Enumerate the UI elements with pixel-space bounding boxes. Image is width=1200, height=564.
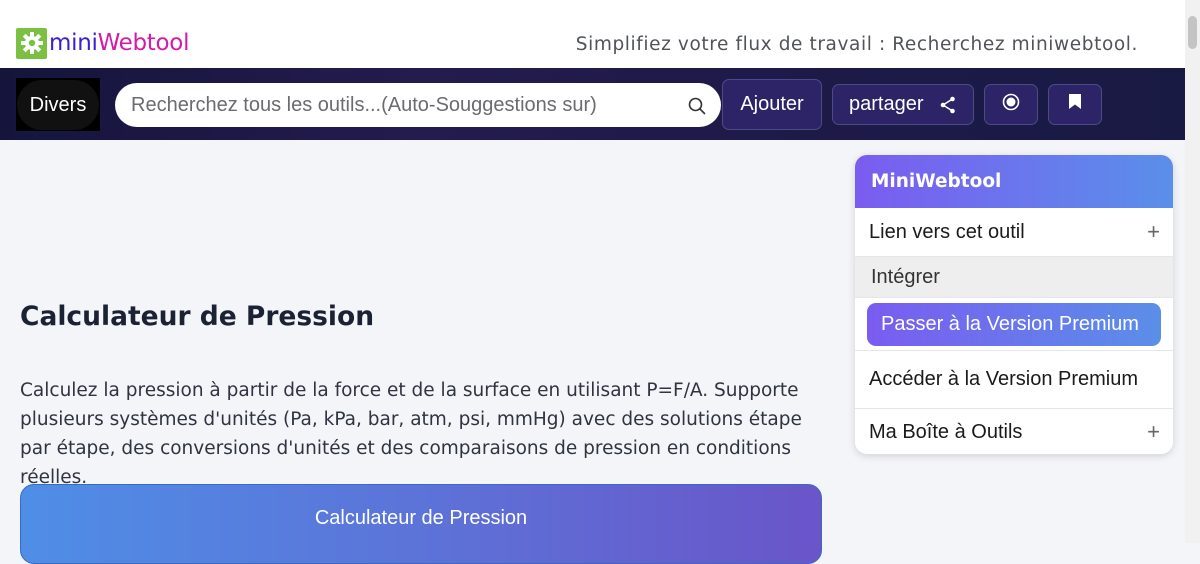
calculator-card: Calculateur de Pression xyxy=(20,484,822,564)
tool-description: Calculez la pression à partir de la forc… xyxy=(20,380,802,488)
divers-label: Divers xyxy=(17,79,99,130)
logo-text-webtool: Webtool xyxy=(97,30,190,56)
sidebar-item-label: Ma Boîte à Outils xyxy=(869,421,1023,443)
upgrade-premium-button[interactable]: Passer à la Version Premium xyxy=(867,302,1161,346)
sidebar-item-label: Lien vers cet outil xyxy=(869,221,1025,243)
bookmark-icon xyxy=(1068,93,1082,116)
plus-icon: + xyxy=(1147,419,1160,444)
gear-icon xyxy=(16,27,47,59)
share-label: partager xyxy=(849,93,924,115)
record-icon xyxy=(1002,93,1020,117)
plus-icon: + xyxy=(1147,219,1160,244)
sidebar-header: MiniWebtool xyxy=(855,155,1173,208)
search-icon[interactable] xyxy=(688,97,706,115)
nav-bar: Divers Ajouter partager xyxy=(0,68,1185,140)
tagline: Simplifiez votre flux de travail : Reche… xyxy=(575,34,1138,55)
logo-text-mini: mini xyxy=(49,30,98,56)
share-button[interactable]: partager xyxy=(832,84,974,125)
divers-button[interactable]: Divers xyxy=(16,78,100,131)
sidebar-item-toolbox[interactable]: Ma Boîte à Outils + xyxy=(855,409,1173,454)
add-button[interactable]: Ajouter xyxy=(722,79,822,130)
bookmark-button[interactable] xyxy=(1048,84,1102,125)
sidebar-panel: MiniWebtool Lien vers cet outil + Intégr… xyxy=(855,155,1173,454)
record-button[interactable] xyxy=(984,84,1038,125)
sidebar-item-embed[interactable]: Intégrer xyxy=(855,257,1173,298)
page-title: Calculateur de Pression xyxy=(20,301,375,332)
sidebar-item-access-premium[interactable]: Accéder à la Version Premium xyxy=(855,351,1173,409)
sidebar-item-link[interactable]: Lien vers cet outil + xyxy=(855,208,1173,257)
share-icon xyxy=(940,96,956,120)
calculator-card-title: Calculateur de Pression xyxy=(314,507,528,529)
logo-text: miniWebtool xyxy=(49,30,189,56)
scrollbar[interactable] xyxy=(1185,0,1200,543)
site-logo[interactable]: miniWebtool xyxy=(16,27,189,59)
sidebar-item-upgrade: Passer à la Version Premium xyxy=(855,298,1173,351)
search-input[interactable] xyxy=(115,83,721,127)
scrollbar-thumb[interactable] xyxy=(1188,16,1197,49)
top-header: miniWebtool Simplifiez votre flux de tra… xyxy=(0,0,1185,68)
